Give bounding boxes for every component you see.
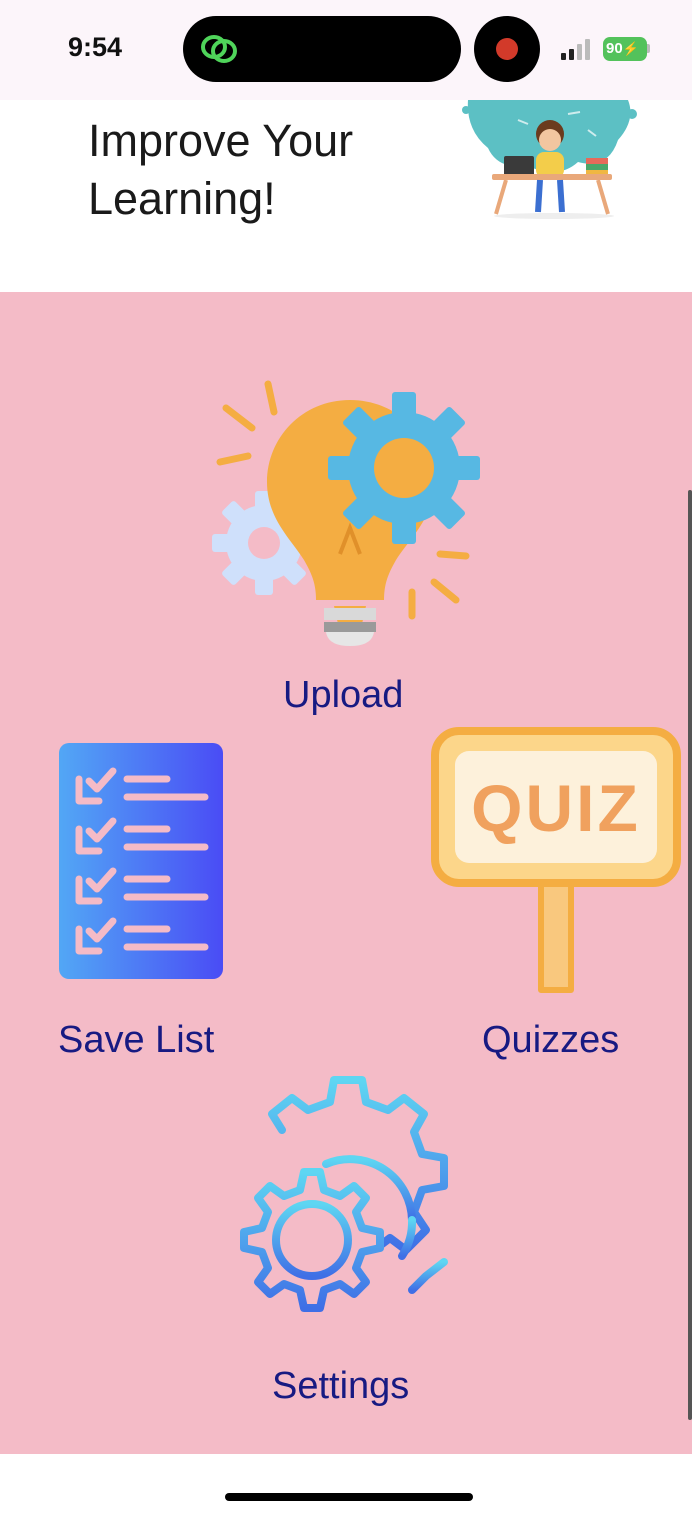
charging-bolt-icon: ⚡ bbox=[622, 41, 639, 56]
checklist-icon[interactable] bbox=[59, 743, 223, 979]
battery-tip bbox=[647, 44, 650, 53]
upload-label[interactable]: Upload bbox=[283, 674, 403, 717]
quiz-sign-post bbox=[538, 877, 574, 993]
bottom-bar bbox=[0, 1454, 692, 1514]
record-dot-icon bbox=[496, 38, 518, 60]
dynamic-island bbox=[183, 16, 461, 82]
lightbulb-gears-icon[interactable] bbox=[212, 378, 488, 650]
header-banner: Improve Your Learning! bbox=[0, 100, 692, 292]
recording-indicator bbox=[474, 16, 540, 82]
settings-label[interactable]: Settings bbox=[272, 1365, 409, 1408]
home-indicator[interactable] bbox=[225, 1493, 473, 1501]
save-list-label[interactable]: Save List bbox=[58, 1019, 214, 1062]
status-time: 9:54 bbox=[68, 32, 123, 62]
battery-level: 90 bbox=[606, 40, 623, 57]
quiz-sign-icon[interactable]: QUIZ bbox=[431, 727, 681, 995]
battery-indicator: 90⚡ bbox=[603, 37, 647, 61]
quizzes-label[interactable]: Quizzes bbox=[482, 1019, 619, 1062]
quiz-sign-panel: QUIZ bbox=[455, 751, 657, 863]
scrollbar[interactable] bbox=[688, 490, 692, 1420]
banner-title: Improve Your Learning! bbox=[88, 115, 354, 224]
student-at-desk-illustration bbox=[462, 100, 637, 219]
cellular-signal-icon bbox=[561, 39, 590, 60]
quiz-sign-text: QUIZ bbox=[471, 771, 641, 845]
chain-link-icon bbox=[201, 35, 237, 63]
status-bar: 9:54 90⚡ bbox=[0, 0, 692, 100]
quiz-sign-board: QUIZ bbox=[431, 727, 681, 887]
gears-icon[interactable] bbox=[212, 1070, 488, 1342]
